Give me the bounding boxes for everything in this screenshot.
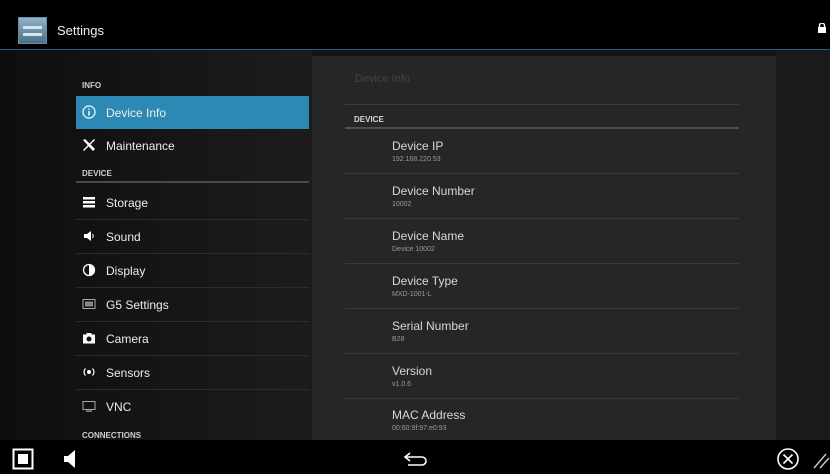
camera-icon	[83, 333, 95, 344]
sidebar-item-label: Display	[106, 264, 146, 278]
resize-handle-icon[interactable]	[812, 450, 830, 470]
detail-divider	[345, 263, 739, 264]
detail-item-value: B28	[392, 336, 405, 343]
section-header-connections: CONNECTIONS	[82, 431, 142, 440]
sidebar-item-display[interactable]: Display	[76, 254, 309, 287]
sidebar-item-label: VNC	[106, 400, 132, 414]
sidebar-item-label: G5 Settings	[106, 298, 169, 312]
title-bar: Settings	[0, 0, 830, 50]
lock-icon	[818, 23, 826, 33]
detail-item-value: Device 10002	[392, 246, 435, 253]
detail-item-name: Device IP	[392, 139, 444, 153]
detail-divider	[345, 308, 739, 309]
detail-item-name: Device Name	[392, 229, 465, 243]
sensors-icon	[83, 368, 95, 376]
storage-icon	[83, 197, 95, 208]
home-square-icon[interactable]	[12, 448, 34, 470]
navigation-bar	[0, 440, 830, 474]
sidebar-item-label: Storage	[106, 196, 149, 210]
detail-divider	[345, 173, 739, 174]
app-title: Settings	[57, 23, 104, 38]
detail-item-name: Device Number	[392, 184, 475, 198]
detail-item-device-type[interactable]: Device Type MXD-1001-L	[392, 274, 692, 298]
right-margin	[776, 50, 830, 440]
sidebar-item-label: Camera	[106, 332, 149, 346]
detail-divider	[345, 218, 739, 219]
detail-divider	[345, 398, 739, 399]
detail-item-value: v1.0.6	[392, 381, 412, 388]
detail-divider	[345, 353, 739, 354]
detail-item-device-name[interactable]: Device Name Device 10002	[392, 229, 692, 253]
detail-item-name: Serial Number	[392, 319, 469, 333]
detail-section-header: DEVICE	[354, 115, 384, 124]
detail-item-name: Device Type	[392, 274, 458, 288]
sidebar-item-maintenance[interactable]: Maintenance	[76, 129, 309, 162]
sidebar-item-camera[interactable]: Camera	[76, 322, 309, 355]
detail-item-value: 10002	[392, 201, 412, 208]
sidebar-item-sound[interactable]: Sound	[76, 220, 309, 253]
volume-icon[interactable]	[62, 448, 80, 470]
detail-section-divider	[345, 127, 739, 129]
detail-item-device-ip[interactable]: Device IP 192.168.220.53	[392, 139, 692, 163]
speaker-icon	[84, 231, 94, 241]
close-circle-icon[interactable]	[776, 447, 800, 471]
sidebar-item-sensors[interactable]: Sensors	[76, 356, 309, 389]
info-icon	[82, 105, 96, 119]
sidebar-item-g5-settings[interactable]: G5 Settings	[76, 288, 309, 321]
detail-item-mac-address[interactable]: MAC Address 00:60:9f:97:e0:93	[392, 408, 692, 432]
detail-item-version[interactable]: Version v1.0.6	[392, 364, 692, 388]
detail-item-value: 192.168.220.53	[392, 156, 441, 163]
sidebar-item-vnc[interactable]: VNC	[76, 390, 309, 423]
g5-icon	[82, 299, 96, 309]
detail-item-name: Version	[392, 364, 433, 378]
display-icon	[82, 263, 96, 277]
sidebar-item-label: Maintenance	[106, 139, 175, 153]
detail-divider	[345, 104, 739, 105]
detail-item-value: 00:60:9f:97:e0:93	[392, 425, 447, 432]
sidebar-item-label: Sensors	[106, 366, 151, 380]
vnc-icon	[82, 401, 96, 412]
detail-item-value: MXD-1001-L	[392, 291, 432, 298]
tools-icon	[83, 139, 95, 151]
detail-item-device-number[interactable]: Device Number 10002	[392, 184, 692, 208]
detail-title: Device Info	[355, 73, 411, 85]
sidebar-item-device-info[interactable]: Device Info	[76, 96, 309, 129]
detail-item-serial-number[interactable]: Serial Number B28	[392, 319, 692, 343]
section-header-device: DEVICE	[82, 169, 112, 178]
section-divider	[76, 181, 309, 183]
sidebar-item-label: Device Info	[106, 106, 167, 120]
sidebar-item-label: Sound	[106, 230, 141, 244]
back-arrow-icon[interactable]	[402, 451, 430, 467]
settings-app-icon	[18, 17, 47, 44]
sidebar-item-storage[interactable]: Storage	[76, 186, 309, 219]
detail-item-name: MAC Address	[392, 408, 466, 422]
section-header-info: INFO	[82, 81, 102, 90]
